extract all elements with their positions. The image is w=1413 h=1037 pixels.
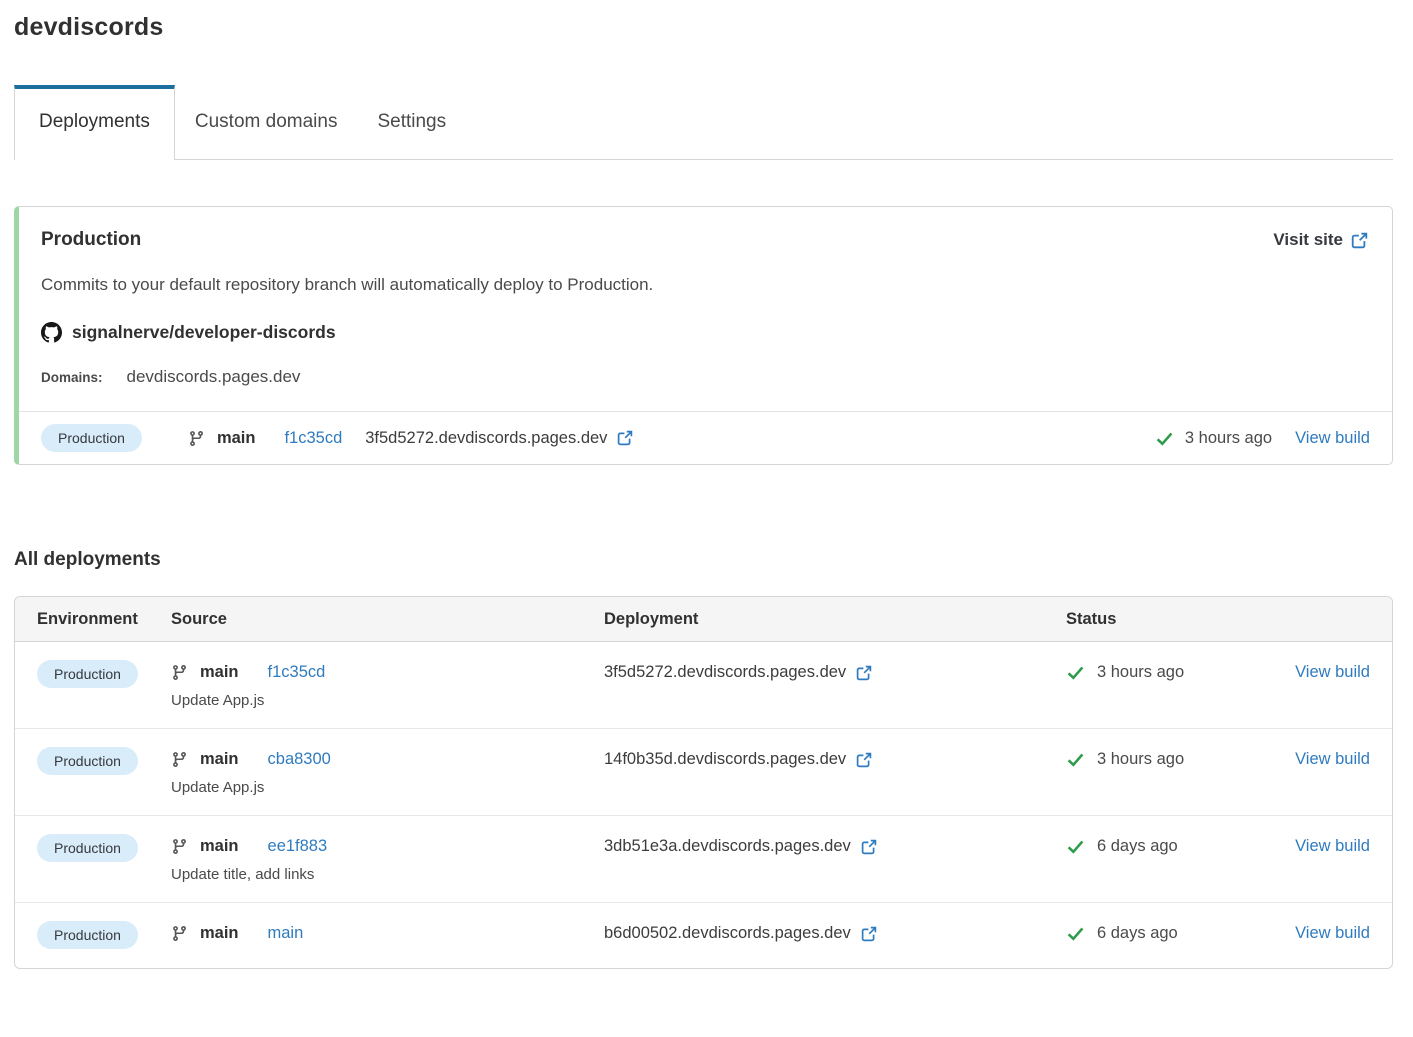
view-build-link[interactable]: View build: [1295, 924, 1370, 942]
commit-message: Update App.js: [171, 779, 604, 796]
production-deployment-row: Production main f1c35cd 3f5d5272.devdisc…: [19, 411, 1392, 464]
visit-site-label: Visit site: [1273, 230, 1343, 250]
production-card: Production Visit site Commits to your de…: [14, 206, 1393, 465]
visit-site-link[interactable]: Visit site: [1273, 230, 1368, 250]
git-branch-icon: [171, 838, 188, 855]
success-check-icon: [1066, 838, 1085, 855]
external-link-icon: [861, 839, 877, 855]
environment-badge: Production: [37, 660, 138, 688]
commit-link[interactable]: f1c35cd: [284, 429, 342, 448]
commit-link[interactable]: main: [268, 924, 304, 943]
all-deployments-heading: All deployments: [14, 549, 1393, 571]
environment-badge: Production: [37, 747, 138, 775]
tab-settings[interactable]: Settings: [357, 85, 466, 159]
repo-name: signalnerve/developer-discords: [72, 322, 336, 343]
branch-name: main: [200, 750, 239, 769]
tab-bar: Deployments Custom domains Settings: [14, 85, 1393, 160]
external-link-icon: [617, 430, 633, 446]
branch-name: main: [200, 663, 239, 682]
branch-name: main: [217, 429, 256, 448]
view-build-link[interactable]: View build: [1295, 663, 1370, 681]
column-header-deployment: Deployment: [604, 610, 1066, 629]
external-link-icon: [856, 665, 872, 681]
column-header-environment: Environment: [37, 610, 171, 629]
table-row: Production main ee1f883 Update title, ad…: [15, 815, 1392, 902]
deployment-url: 14f0b35d.devdiscords.pages.dev: [604, 750, 846, 769]
view-build-link[interactable]: View build: [1295, 750, 1370, 768]
column-header-source: Source: [171, 610, 604, 629]
environment-badge: Production: [37, 921, 138, 949]
view-build-link[interactable]: View build: [1295, 837, 1370, 855]
deployment-url-link[interactable]: 3db51e3a.devdiscords.pages.dev: [604, 837, 877, 856]
success-check-icon: [1066, 925, 1085, 942]
table-row: Production main f1c35cd Update App.js 3f…: [15, 642, 1392, 728]
github-icon: [41, 322, 62, 343]
domains-label: Domains:: [41, 370, 103, 385]
status-time: 3 hours ago: [1097, 750, 1184, 769]
table-row: Production main main b6d00502.devdiscord…: [15, 902, 1392, 968]
git-branch-icon: [171, 751, 188, 768]
deployment-url: 3f5d5272.devdiscords.pages.dev: [604, 663, 846, 682]
git-branch-icon: [188, 430, 205, 447]
success-check-icon: [1066, 751, 1085, 768]
status-time: 6 days ago: [1097, 837, 1178, 856]
commit-link[interactable]: f1c35cd: [268, 663, 326, 682]
environment-badge: Production: [37, 834, 138, 862]
deployments-table: Environment Source Deployment Status Pro…: [14, 596, 1393, 969]
branch-name: main: [200, 837, 239, 856]
column-header-status: Status: [1066, 610, 1284, 629]
status-time: 6 days ago: [1097, 924, 1178, 943]
commit-message: Update title, add links: [171, 866, 604, 883]
deployment-url: 3db51e3a.devdiscords.pages.dev: [604, 837, 851, 856]
git-branch-icon: [171, 664, 188, 681]
status-time: 3 hours ago: [1185, 429, 1272, 448]
commit-link[interactable]: ee1f883: [268, 837, 328, 856]
production-card-title: Production: [41, 229, 141, 251]
domains-value: devdiscords.pages.dev: [127, 367, 301, 387]
success-check-icon: [1155, 430, 1174, 447]
commit-link[interactable]: cba8300: [268, 750, 331, 769]
page-title: devdiscords: [14, 13, 1393, 42]
branch-name: main: [200, 924, 239, 943]
deployment-url: 3f5d5272.devdiscords.pages.dev: [365, 429, 607, 448]
status-time: 3 hours ago: [1097, 663, 1184, 682]
tab-custom-domains[interactable]: Custom domains: [175, 85, 358, 159]
deployment-url-link[interactable]: 14f0b35d.devdiscords.pages.dev: [604, 750, 872, 769]
external-link-icon: [861, 926, 877, 942]
external-link-icon: [1351, 232, 1368, 249]
production-description: Commits to your default repository branc…: [41, 275, 1368, 295]
table-row: Production main cba8300 Update App.js 14…: [15, 728, 1392, 815]
deployment-url-link[interactable]: 3f5d5272.devdiscords.pages.dev: [604, 663, 872, 682]
deployment-url-link[interactable]: b6d00502.devdiscords.pages.dev: [604, 924, 877, 943]
external-link-icon: [856, 752, 872, 768]
tab-deployments[interactable]: Deployments: [14, 85, 175, 160]
environment-badge: Production: [41, 424, 142, 452]
deployment-url: b6d00502.devdiscords.pages.dev: [604, 924, 851, 943]
git-branch-icon: [171, 925, 188, 942]
success-check-icon: [1066, 664, 1085, 681]
commit-message: Update App.js: [171, 692, 604, 709]
view-build-link[interactable]: View build: [1295, 429, 1370, 448]
deployment-url-link[interactable]: 3f5d5272.devdiscords.pages.dev: [365, 429, 633, 448]
table-header-row: Environment Source Deployment Status: [15, 597, 1392, 642]
